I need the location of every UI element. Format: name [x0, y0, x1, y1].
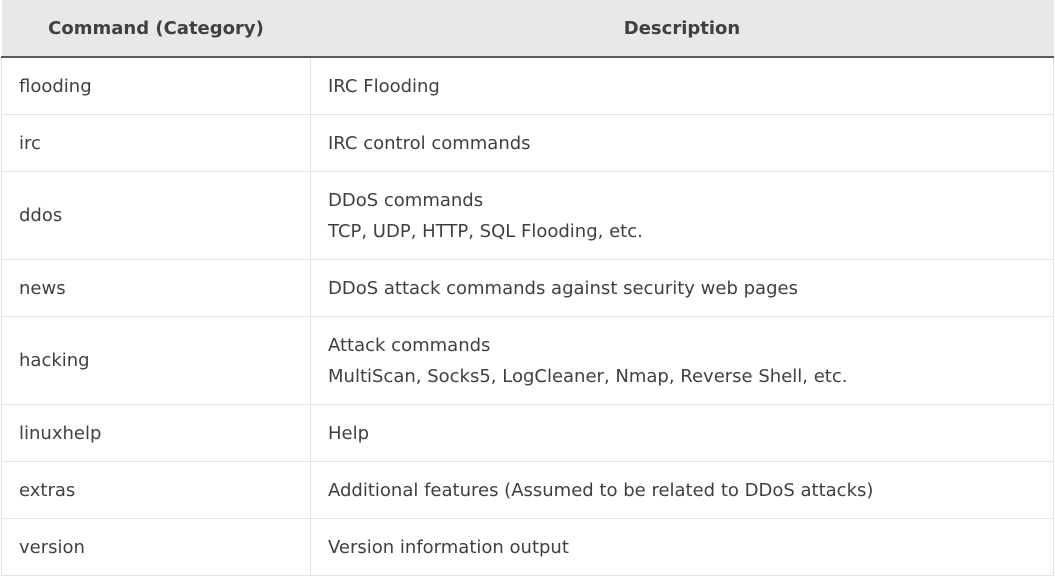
command-table: Command (Category) Description flooding I…	[1, 0, 1054, 576]
description-line: IRC control commands	[328, 132, 531, 154]
description-cell: Attack commands MultiScan, Socks5, LogCle…	[310, 316, 1054, 405]
description-line: TCP, UDP, HTTP, SQL Flooding, etc.	[328, 220, 643, 242]
description-line: DDoS attack commands against security we…	[328, 277, 798, 299]
description-cell: IRC control commands	[310, 114, 1054, 172]
command-cell: ddos	[1, 171, 311, 260]
header-row: Command (Category) Description	[1, 0, 1054, 58]
description-cell: IRC Flooding	[310, 57, 1054, 115]
description-line: Help	[328, 422, 370, 444]
table-row: extras Additional features (Assumed to be…	[1, 461, 1054, 519]
description-cell: DDoS attack commands against security we…	[310, 259, 1054, 317]
header-command: Command (Category)	[1, 0, 311, 58]
header-description: Description	[310, 0, 1054, 58]
description-cell: Version information output	[310, 518, 1054, 576]
command-cell: linuxhelp	[1, 404, 311, 462]
command-cell: version	[1, 518, 311, 576]
table-row: hacking Attack commands MultiScan, Socks5,…	[1, 316, 1054, 405]
command-cell: flooding	[1, 57, 311, 115]
table-row: flooding IRC Flooding	[1, 57, 1054, 115]
description-line: MultiScan, Socks5, LogCleaner, Nmap, Rev…	[328, 365, 848, 387]
command-cell: hacking	[1, 316, 311, 405]
description-line: Attack commands	[328, 334, 491, 356]
table-row: irc IRC control commands	[1, 114, 1054, 172]
table-body: flooding IRC Flooding irc IRC control comma…	[1, 57, 1054, 576]
description-cell: Additional features (Assumed to be relat…	[310, 461, 1054, 519]
table-row: news DDoS attack commands against securit…	[1, 259, 1054, 317]
table-row: linuxhelp Help	[1, 404, 1054, 462]
table-row: ddos DDoS commands TCP, UDP, HTTP, SQL Flo…	[1, 171, 1054, 260]
table-row: version Version information output	[1, 518, 1054, 576]
command-cell: irc	[1, 114, 311, 172]
command-cell: news	[1, 259, 311, 317]
table-header: Command (Category) Description	[1, 0, 1054, 58]
description-line: Additional features (Assumed to be relat…	[328, 479, 874, 501]
command-cell: extras	[1, 461, 311, 519]
description-line: Version information output	[328, 536, 569, 558]
description-cell: Help	[310, 404, 1054, 462]
description-line: DDoS commands	[328, 189, 484, 211]
description-line: IRC Flooding	[328, 75, 440, 97]
description-cell: DDoS commands TCP, UDP, HTTP, SQL Floodin…	[310, 171, 1054, 260]
